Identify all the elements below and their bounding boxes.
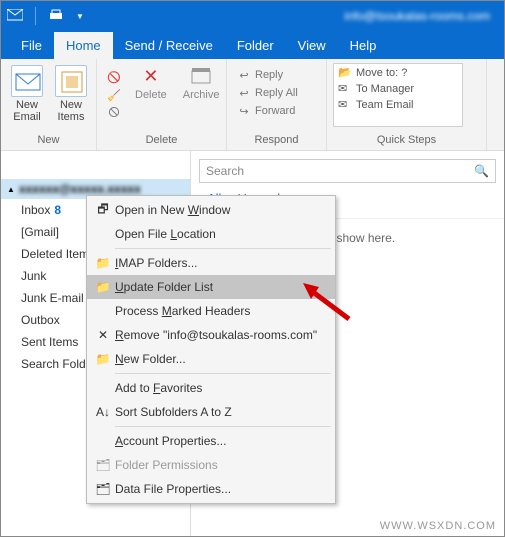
print-icon[interactable] bbox=[48, 8, 64, 24]
sort-icon: A↓ bbox=[95, 404, 111, 420]
reply-button[interactable]: ↩Reply bbox=[233, 67, 302, 83]
ctx-data-file-properties[interactable]: 🗂Data File Properties... bbox=[87, 477, 335, 501]
blank-icon bbox=[95, 303, 111, 319]
blank-icon bbox=[95, 226, 111, 242]
folder-icon: 📁 bbox=[95, 351, 111, 367]
group-quicksteps-label: Quick Steps bbox=[333, 132, 480, 148]
reply-icon: ↩ bbox=[237, 68, 251, 82]
folder-icon: 📁 bbox=[95, 255, 111, 271]
tab-help[interactable]: Help bbox=[338, 32, 389, 59]
ctx-open-file-location[interactable]: Open File Location bbox=[87, 222, 335, 246]
search-icon[interactable]: 🔍 bbox=[474, 164, 489, 178]
cleanup-button[interactable]: 🧹 bbox=[103, 87, 125, 103]
new-email-button[interactable]: New Email bbox=[7, 63, 47, 125]
delete-button[interactable]: ✕ Delete bbox=[129, 63, 173, 103]
archive-button[interactable]: Archive bbox=[177, 63, 226, 103]
ctx-folder-permissions: 🗂Folder Permissions bbox=[87, 453, 335, 477]
junk-icon: 🛇 bbox=[107, 106, 121, 120]
ctx-imap-folders[interactable]: 📁IMAP Folders... bbox=[87, 251, 335, 275]
ctx-process-marked-headers[interactable]: Process Marked Headers bbox=[87, 299, 335, 323]
forward-icon: ↪ bbox=[237, 104, 251, 118]
archive-icon bbox=[190, 65, 212, 87]
ctx-account-properties[interactable]: Account Properties... bbox=[87, 429, 335, 453]
search-input[interactable]: Search 🔍 bbox=[199, 159, 496, 183]
tab-file[interactable]: File bbox=[9, 32, 54, 59]
moveto-icon: 📂 bbox=[338, 66, 352, 80]
group-new-label: New bbox=[7, 132, 90, 148]
ctx-remove-info-tsoukalas-rooms-com[interactable]: ✕Remove "info@tsoukalas-rooms.com" bbox=[87, 323, 335, 347]
window-icon: 🗗 bbox=[95, 202, 111, 218]
new-items-icon bbox=[55, 65, 87, 97]
delete-icon: ✕ bbox=[140, 65, 162, 87]
watermark: WWW.WSXDN.COM bbox=[380, 520, 496, 532]
forward-button[interactable]: ↪Forward bbox=[233, 103, 302, 119]
reply-all-button[interactable]: ↩Reply All bbox=[233, 85, 302, 101]
tab-send-receive[interactable]: Send / Receive bbox=[113, 32, 225, 59]
props-icon: 🗂 bbox=[95, 481, 111, 497]
reply-all-icon: ↩ bbox=[237, 86, 251, 100]
ctx-sort-subfolders-a-to-z[interactable]: A↓Sort Subfolders A to Z bbox=[87, 400, 335, 424]
blank-icon bbox=[95, 433, 111, 449]
tab-view[interactable]: View bbox=[286, 32, 338, 59]
context-menu: 🗗Open in New WindowOpen File Location 📁IM… bbox=[86, 195, 336, 504]
ignore-icon: 🚫 bbox=[107, 70, 121, 84]
delete-icon: ✕ bbox=[95, 327, 111, 343]
folder-icon: 📁 bbox=[95, 279, 111, 295]
group-delete-label: Delete bbox=[103, 132, 220, 148]
title-bar: ▼ info@tsoukalas-rooms.com bbox=[1, 1, 504, 31]
ctx-add-to-favorites[interactable]: Add to Favorites bbox=[87, 376, 335, 400]
quick-steps-gallery[interactable]: 📂Move to: ? ✉To Manager ✉Team Email bbox=[333, 63, 463, 127]
ctx-open-in-new-window[interactable]: 🗗Open in New Window bbox=[87, 198, 335, 222]
new-items-button[interactable]: New Items bbox=[51, 63, 91, 125]
window-title: info@tsoukalas-rooms.com bbox=[88, 9, 498, 23]
tab-home[interactable]: Home bbox=[54, 32, 113, 59]
ctx-new-folder[interactable]: 📁New Folder... bbox=[87, 347, 335, 371]
props-icon: 🗂 bbox=[95, 457, 111, 473]
cleanup-icon: 🧹 bbox=[107, 88, 121, 102]
teamemail-icon: ✉ bbox=[338, 98, 352, 112]
dropdown-icon[interactable]: ▼ bbox=[72, 8, 88, 24]
junk-button[interactable]: 🛇 bbox=[103, 105, 125, 121]
ctx-update-folder-list[interactable]: 📁Update Folder List bbox=[87, 275, 335, 299]
group-respond-label: Respond bbox=[233, 132, 320, 148]
tab-bar: File Home Send / Receive Folder View Hel… bbox=[1, 31, 504, 59]
new-email-icon bbox=[11, 65, 43, 97]
ignore-button[interactable]: 🚫 bbox=[103, 69, 125, 85]
ribbon: New Email New Items New 🚫 🧹 🛇 ✕ Delete A… bbox=[1, 59, 504, 151]
mail-icon[interactable] bbox=[7, 8, 23, 24]
tomanager-icon: ✉ bbox=[338, 82, 352, 96]
tab-folder[interactable]: Folder bbox=[225, 32, 286, 59]
blank-icon bbox=[95, 380, 111, 396]
